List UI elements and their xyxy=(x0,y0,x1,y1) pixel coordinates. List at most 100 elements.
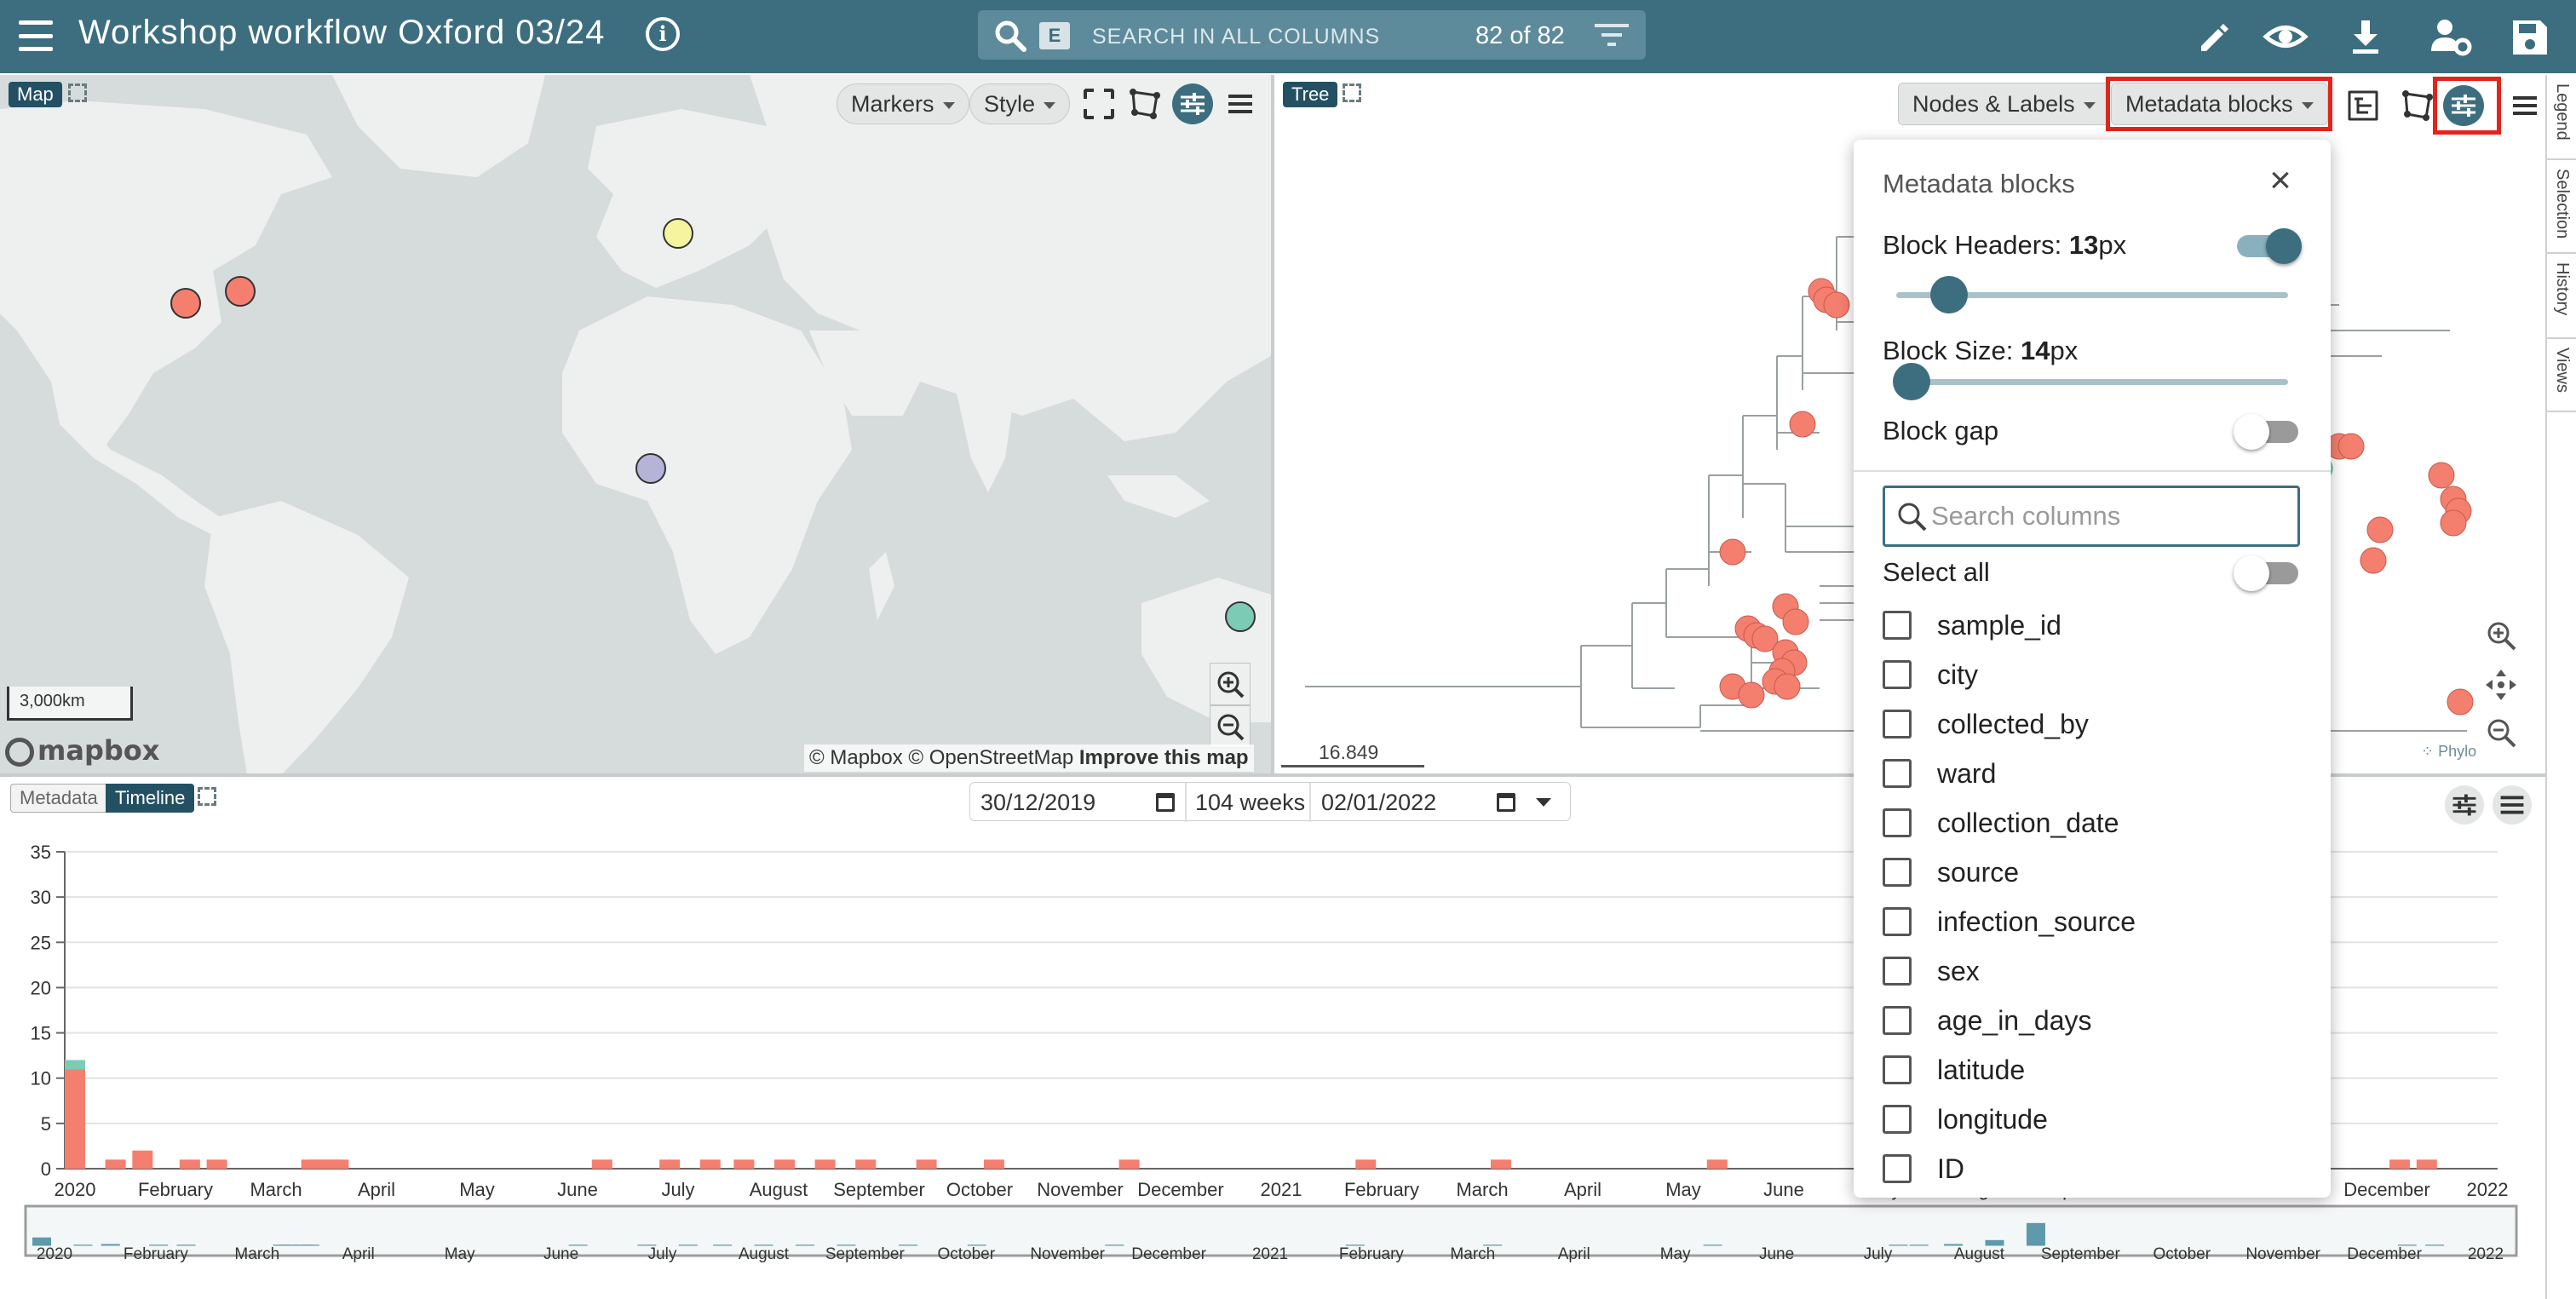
checkbox[interactable] xyxy=(1883,611,1912,640)
timeline-bar[interactable] xyxy=(1706,1159,1728,1169)
chevron-down-icon[interactable] xyxy=(1536,798,1551,807)
column-checkbox-row[interactable]: ward xyxy=(1883,755,1996,792)
column-search-input[interactable] xyxy=(1931,498,2289,534)
column-checkbox-row[interactable]: latitude xyxy=(1883,1051,2025,1089)
info-icon[interactable]: i xyxy=(646,17,680,51)
block-size-slider[interactable] xyxy=(1896,379,2288,385)
expand-icon[interactable] xyxy=(198,787,216,806)
column-checkbox-row[interactable]: age_in_days xyxy=(1883,1002,2091,1039)
zoom-in-button[interactable] xyxy=(1210,663,1251,705)
timeline-bar[interactable] xyxy=(65,1069,85,1169)
menu-icon[interactable] xyxy=(19,20,53,51)
timeline-bar[interactable] xyxy=(591,1159,612,1169)
column-checkbox-row[interactable]: sex xyxy=(1883,952,1980,990)
world-map[interactable] xyxy=(0,75,1271,775)
style-dropdown[interactable]: Style xyxy=(969,83,1071,124)
zoom-in-icon[interactable] xyxy=(2482,617,2520,654)
tree-layout-icon[interactable] xyxy=(2343,85,2383,126)
column-checkbox-row[interactable]: collection_date xyxy=(1883,804,2119,842)
lasso-icon[interactable] xyxy=(1124,83,1165,124)
tab-metadata[interactable]: Metadata xyxy=(10,784,107,813)
save-icon[interactable] xyxy=(2506,14,2552,60)
timeline-bar[interactable] xyxy=(774,1159,795,1169)
pencil-icon[interactable] xyxy=(2191,14,2237,60)
close-icon[interactable]: × xyxy=(2263,162,2298,199)
checkbox[interactable] xyxy=(1883,1154,1912,1183)
attribution-mapbox[interactable]: © Mapbox xyxy=(809,746,903,769)
checkbox[interactable] xyxy=(1883,1006,1912,1035)
calendar-icon[interactable] xyxy=(1497,793,1515,812)
timeline-bar[interactable] xyxy=(179,1159,200,1169)
timeline-bar[interactable] xyxy=(132,1150,153,1169)
timeline-bar[interactable] xyxy=(1355,1159,1377,1169)
attribution-improve[interactable]: Improve this map xyxy=(1079,746,1249,769)
timeline-bar[interactable] xyxy=(2416,1159,2437,1169)
checkbox[interactable] xyxy=(1883,957,1912,986)
map-settings-button[interactable] xyxy=(1172,83,1213,124)
column-checkbox-row[interactable]: source xyxy=(1883,854,2019,891)
column-checkbox-row[interactable]: infection_source xyxy=(1883,903,2136,940)
tab-history[interactable]: History xyxy=(2547,254,2576,339)
expand-icon[interactable] xyxy=(68,83,87,102)
timeline-bar[interactable] xyxy=(65,1060,85,1070)
pan-icon[interactable] xyxy=(2482,666,2520,704)
column-checkbox-row[interactable]: ID xyxy=(1883,1150,1964,1187)
block-gap-toggle[interactable] xyxy=(2234,414,2298,450)
timeline-bar[interactable] xyxy=(206,1159,227,1169)
map-marker[interactable] xyxy=(1225,601,1256,632)
checkbox[interactable] xyxy=(1883,1055,1912,1084)
checkbox[interactable] xyxy=(1883,1105,1912,1134)
block-headers-slider-handle[interactable] xyxy=(1930,276,1968,313)
select-all-toggle[interactable] xyxy=(2234,555,2298,591)
checkbox[interactable] xyxy=(1883,660,1912,689)
timeline-bar[interactable] xyxy=(814,1159,836,1169)
tab-views[interactable]: Views xyxy=(2547,339,2576,412)
checkbox[interactable] xyxy=(1883,808,1912,837)
timeline-bar[interactable] xyxy=(328,1159,349,1169)
fullscreen-icon[interactable] xyxy=(1078,83,1119,124)
checkbox[interactable] xyxy=(1883,858,1912,887)
timeline-bar[interactable] xyxy=(983,1159,1004,1169)
lasso-icon[interactable] xyxy=(2397,85,2438,126)
expand-icon[interactable] xyxy=(1343,83,1361,102)
search-placeholder[interactable]: SEARCH IN ALL COLUMNS xyxy=(1092,25,1380,49)
calendar-icon[interactable] xyxy=(1156,793,1175,812)
nodes-labels-dropdown[interactable]: Nodes & Labels xyxy=(1898,83,2110,125)
download-icon[interactable] xyxy=(2343,14,2389,60)
attribution-osm[interactable]: © OpenStreetMap xyxy=(908,746,1073,769)
map-marker[interactable] xyxy=(225,276,256,307)
global-search[interactable]: E SEARCH IN ALL COLUMNS 82 of 82 xyxy=(978,10,1646,60)
timeline-bar[interactable] xyxy=(1490,1159,1511,1169)
column-checkbox-row[interactable]: sample_id xyxy=(1883,606,2061,644)
eye-icon[interactable] xyxy=(2263,14,2309,60)
user-settings-icon[interactable] xyxy=(2428,14,2474,60)
tree-menu-icon[interactable] xyxy=(2504,85,2545,126)
column-checkbox-row[interactable]: longitude xyxy=(1883,1101,2048,1138)
search-scope-key[interactable]: E xyxy=(1039,22,1070,49)
timeline-bar[interactable] xyxy=(733,1159,755,1169)
timeline-bar[interactable] xyxy=(105,1159,126,1169)
column-checkbox-row[interactable]: city xyxy=(1883,656,1978,693)
map-marker[interactable] xyxy=(663,218,693,249)
timeline-bar[interactable] xyxy=(659,1159,681,1169)
column-checkbox-row[interactable]: collected_by xyxy=(1883,705,2089,743)
timeline-bar[interactable] xyxy=(1118,1159,1140,1169)
markers-dropdown[interactable]: Markers xyxy=(837,83,969,124)
zoom-out-button[interactable] xyxy=(1210,705,1251,748)
checkbox[interactable] xyxy=(1883,759,1912,788)
block-headers-toggle[interactable] xyxy=(2237,228,2302,264)
zoom-out-icon[interactable] xyxy=(2482,714,2520,751)
timeline-bar[interactable] xyxy=(916,1159,937,1169)
tab-legend[interactable]: Legend xyxy=(2547,75,2576,160)
column-search[interactable] xyxy=(1883,486,2300,547)
block-size-slider-handle[interactable] xyxy=(1893,363,1930,400)
tab-timeline[interactable]: Timeline xyxy=(106,784,195,813)
filter-icon[interactable] xyxy=(1595,22,1629,48)
tab-selection[interactable]: Selection xyxy=(2547,160,2576,254)
checkbox[interactable] xyxy=(1883,907,1912,936)
timeline-bar[interactable] xyxy=(855,1159,877,1169)
timeline-bar[interactable] xyxy=(2389,1159,2411,1169)
map-marker[interactable] xyxy=(170,288,201,319)
checkbox[interactable] xyxy=(1883,710,1912,739)
map-menu-icon[interactable] xyxy=(1220,83,1261,124)
